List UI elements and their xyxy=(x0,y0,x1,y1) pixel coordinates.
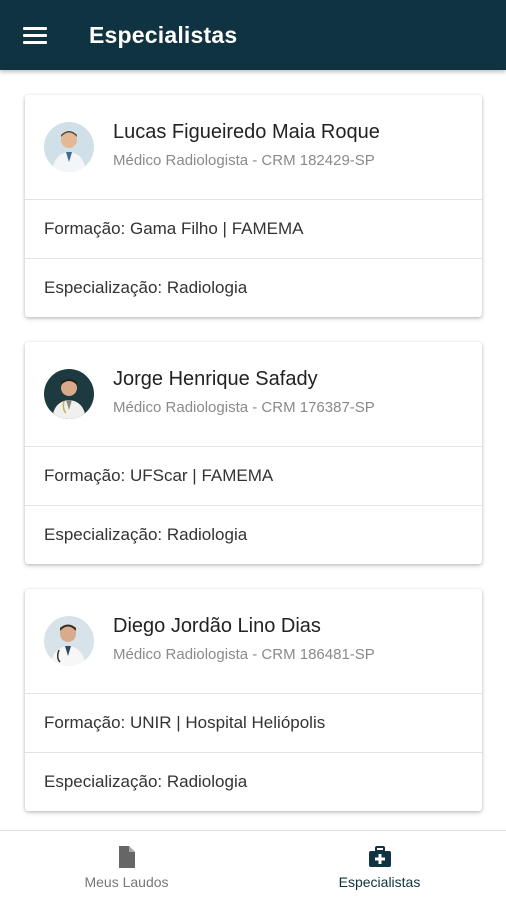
specialist-especializacao: Especialização: Radiologia xyxy=(25,258,482,317)
medical-kit-icon xyxy=(368,846,391,867)
nav-label: Meus Laudos xyxy=(84,874,169,890)
specialist-name: Jorge Henrique Safady xyxy=(113,368,318,390)
hamburger-menu-icon[interactable] xyxy=(23,25,47,45)
specialist-formacao: Formação: UFScar | FAMEMA xyxy=(44,466,274,485)
nav-meus-laudos[interactable]: Meus Laudos xyxy=(0,831,253,901)
doctor-avatar xyxy=(44,122,94,172)
specialist-formacao: Formação: UNIR | Hospital Heliópolis xyxy=(44,713,326,732)
specialist-name: Diego Jordão Lino Dias xyxy=(113,615,321,637)
specialists-list[interactable]: Lucas Figueiredo Maia Roque Médico Radio… xyxy=(0,70,506,830)
specialist-card[interactable]: Lucas Figueiredo Maia Roque Médico Radio… xyxy=(25,95,482,317)
specialist-card[interactable]: Jorge Henrique Safady Médico Radiologist… xyxy=(25,342,482,564)
specialist-especializacao: Especialização: Radiologia xyxy=(25,505,482,564)
specialist-card-header: Diego Jordão Lino Dias Médico Radiologis… xyxy=(25,589,482,694)
bottom-navigation: Meus Laudos Especialistas xyxy=(0,830,506,901)
specialist-card-header: Lucas Figueiredo Maia Roque Médico Radio… xyxy=(25,95,482,200)
specialist-formacao: Formação: Gama Filho | FAMEMA xyxy=(44,219,304,238)
nav-especialistas[interactable]: Especialistas xyxy=(253,831,506,901)
specialist-card-header: Jorge Henrique Safady Médico Radiologist… xyxy=(25,342,482,447)
specialist-especializacao: Especialização: Radiologia xyxy=(25,752,482,811)
doctor-avatar xyxy=(44,616,94,666)
doctor-avatar xyxy=(44,369,94,419)
specialist-role: Médico Radiologista - CRM 186481-SP xyxy=(113,646,375,663)
specialist-name: Lucas Figueiredo Maia Roque xyxy=(113,121,380,143)
page-title: Especialistas xyxy=(89,21,238,48)
specialist-role: Médico Radiologista - CRM 176387-SP xyxy=(113,399,375,416)
specialist-role: Médico Radiologista - CRM 182429-SP xyxy=(113,152,375,169)
nav-label: Especialistas xyxy=(338,874,421,890)
document-icon xyxy=(118,846,135,868)
app-bar: Especialistas xyxy=(0,0,506,70)
specialist-card[interactable]: Diego Jordão Lino Dias Médico Radiologis… xyxy=(25,589,482,811)
